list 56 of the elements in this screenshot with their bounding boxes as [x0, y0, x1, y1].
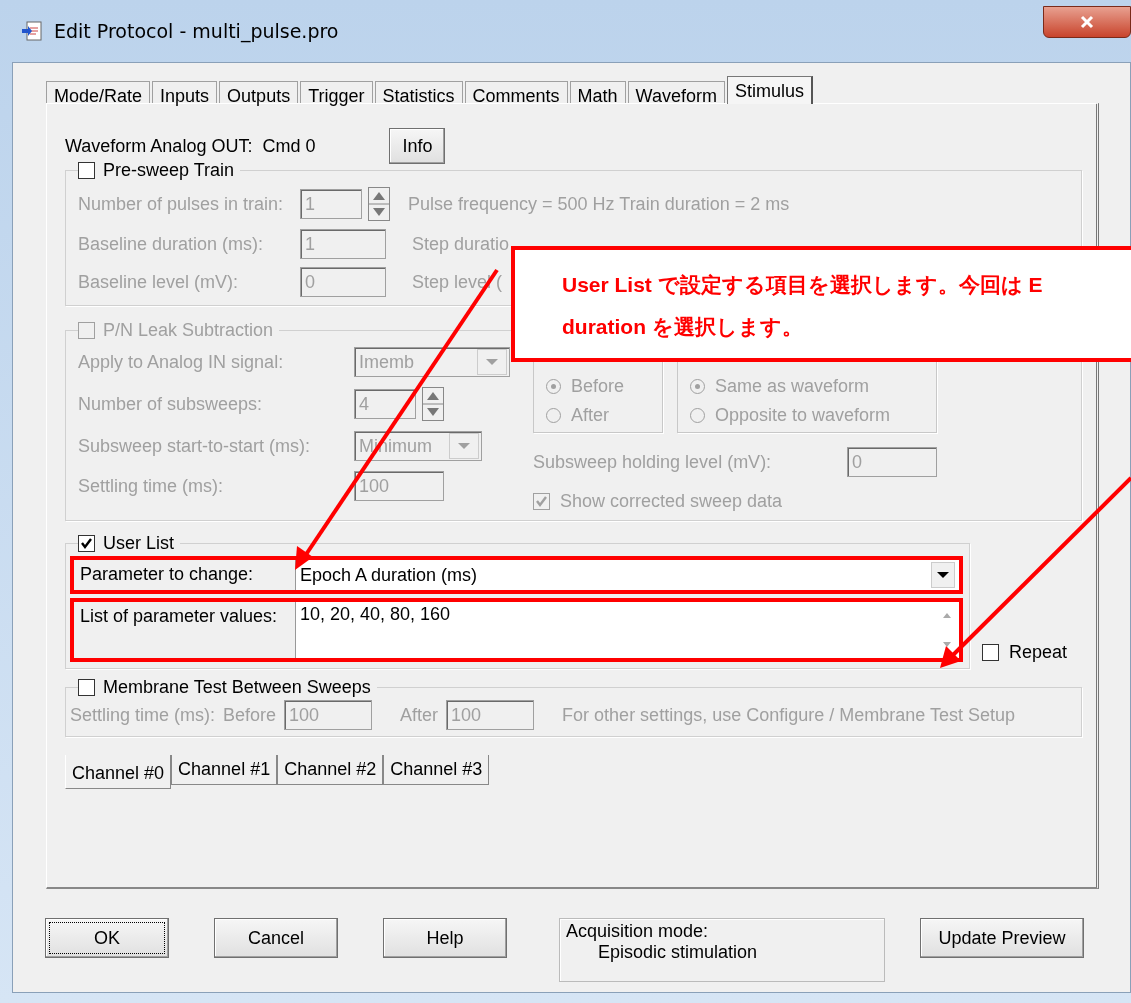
tab[interactable]: Channel #0: [65, 755, 172, 789]
tab[interactable]: Statistics: [374, 81, 463, 103]
field-label: Baseline level (mV):: [78, 271, 240, 293]
annotation-callout: User List で設定する項目を選択します。今回は E duration を選択します。: [511, 246, 1131, 362]
checkbox-label[interactable]: Pre-sweep Train: [103, 160, 235, 181]
tab[interactable]: Math: [569, 81, 626, 103]
checkbox[interactable]: [982, 644, 999, 661]
window-title: Edit Protocol - multi_pulse.pro: [54, 20, 339, 42]
field-label: Number of pulses in train:: [78, 193, 285, 215]
field-label: Subsweep holding level (mV):: [533, 451, 773, 473]
output-value: Cmd 0: [262, 135, 316, 157]
field-label: After: [571, 405, 609, 426]
spinner-icon[interactable]: [368, 187, 390, 221]
field-label: Before: [223, 704, 277, 726]
dialog-button[interactable]: OK: [45, 918, 169, 958]
field-label: Acquisition mode:: [566, 921, 710, 942]
field-label: Same as waveform: [715, 376, 870, 397]
field-label: Number of subsweeps:: [78, 393, 264, 415]
field-label: Repeat: [1009, 642, 1068, 663]
checkbox-label[interactable]: User List: [103, 533, 174, 554]
update-preview-button[interactable]: Update Preview: [920, 918, 1084, 958]
field-label: Baseline duration (ms):: [78, 233, 265, 255]
field-label: Show corrected sweep data: [560, 491, 783, 512]
field-label: Pulse frequency = 500 Hz Train duration = 2 ms: [408, 193, 790, 215]
tab[interactable]: Channel #1: [171, 755, 278, 785]
text-area[interactable]: 10, 20, 40, 80, 160: [296, 602, 935, 658]
tab[interactable]: Mode/Rate: [46, 81, 151, 103]
checkbox[interactable]: [78, 535, 95, 552]
field-label: After: [400, 704, 439, 726]
checkbox-label[interactable]: Membrane Test Between Sweeps: [103, 677, 371, 698]
field-label: Subsweep start-to-start (ms):: [78, 435, 312, 457]
scrollbar[interactable]: [935, 602, 959, 658]
field-label: Settling time (ms):: [70, 704, 216, 726]
tab[interactable]: Stimulus: [726, 76, 813, 104]
mode-value: Episodic stimulation: [597, 942, 759, 963]
dialog-button[interactable]: Cancel: [214, 918, 338, 958]
dropdown[interactable]: Epoch A duration (ms): [296, 560, 959, 590]
tab[interactable]: Channel #3: [383, 755, 490, 785]
field-label: Before: [571, 376, 625, 397]
field-label: Settling time (ms):: [78, 475, 225, 497]
close-icon: [1079, 15, 1095, 29]
tab[interactable]: Channel #2: [277, 755, 384, 785]
spinner-icon[interactable]: [422, 387, 444, 421]
close-button[interactable]: [1043, 6, 1131, 38]
dialog-button[interactable]: Help: [383, 918, 507, 958]
field-label: Waveform Analog OUT:: [65, 135, 253, 157]
document-icon: [22, 20, 44, 42]
tab[interactable]: Comments: [464, 81, 568, 103]
field-label: Opposite to waveform: [715, 405, 891, 426]
tab[interactable]: Waveform: [627, 81, 725, 103]
info-button[interactable]: Info: [389, 128, 446, 164]
checkbox[interactable]: [78, 679, 95, 696]
field-label: Apply to Analog IN signal:: [78, 351, 285, 373]
field-label: For other settings, use Configure / Membrane Test Setup: [562, 704, 1015, 726]
field-label: Step duratio: [412, 233, 510, 255]
checkbox[interactable]: [78, 162, 95, 179]
